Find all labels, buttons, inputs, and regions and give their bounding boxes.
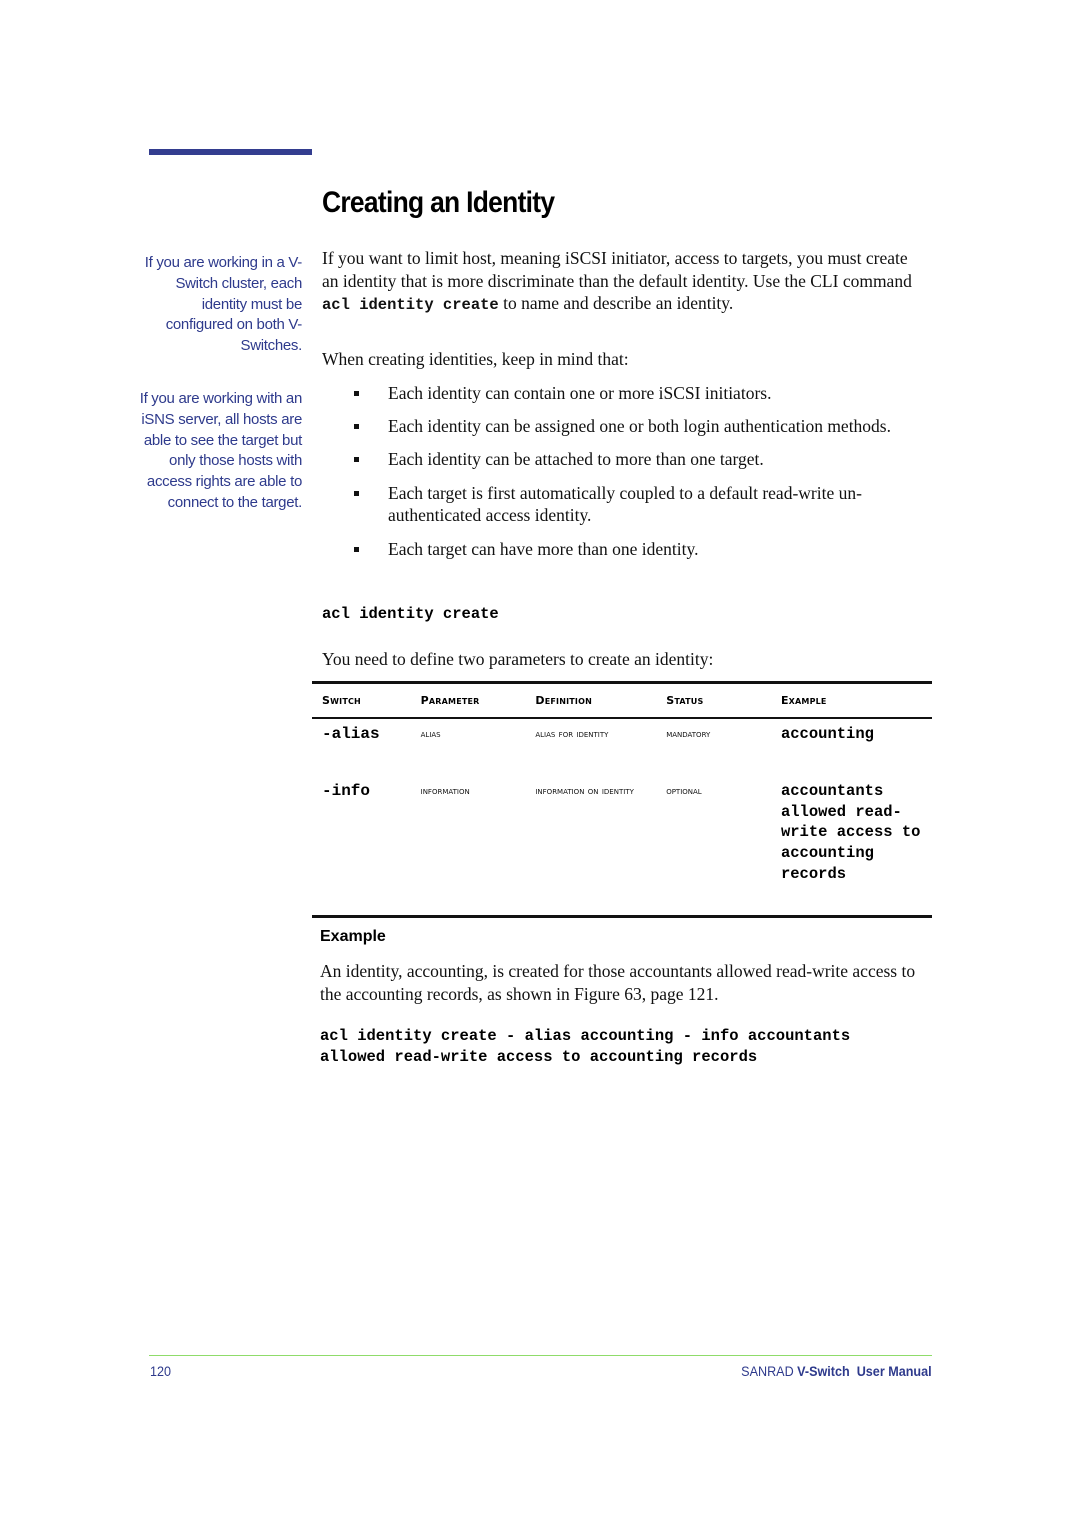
bullet-square-icon xyxy=(354,457,359,463)
rules-list: Each identity can contain one or more iS… xyxy=(322,382,912,571)
keep-in-mind-text: When creating identities, keep in mind t… xyxy=(322,349,629,369)
table-header-row: Switch Parameter Definition Status Examp… xyxy=(312,682,932,718)
manual-name: User Manual xyxy=(850,1363,932,1379)
params-intro-text: You need to define two parameters to cre… xyxy=(322,649,714,669)
cell-parameter: Alias xyxy=(420,728,441,740)
cell-switch: -info xyxy=(322,782,371,800)
cell-example: accountants allowed read-write access to… xyxy=(780,782,921,883)
cell-status: Mandatory xyxy=(666,728,711,740)
intro-text-after: to name and describe an identity. xyxy=(498,293,734,314)
list-item: Each target can have more than one ident… xyxy=(322,538,912,561)
list-item: Each identity can contain one or more iS… xyxy=(322,382,912,405)
intro-command: acl identity create xyxy=(322,296,499,315)
table-row: -info Information Information on Identit… xyxy=(312,776,932,917)
column-header-definition: Definition xyxy=(535,694,592,707)
example-command: acl identity create - alias accounting -… xyxy=(320,1027,860,1066)
cell-parameter: Information xyxy=(420,785,470,797)
manual-brand: SANRAD xyxy=(741,1363,798,1379)
column-header-example: Example xyxy=(780,694,827,707)
example-heading: Example xyxy=(320,928,386,945)
column-header-status: Status xyxy=(666,694,704,707)
manual-product: V-Switch xyxy=(797,1363,851,1379)
column-header-switch: Switch xyxy=(322,694,361,707)
bullet-square-icon xyxy=(354,424,359,430)
parameters-table: Switch Parameter Definition Status Examp… xyxy=(312,681,932,918)
footer-rule xyxy=(149,1355,932,1356)
bullet-square-icon xyxy=(354,490,359,496)
example-description: An identity, accounting, is created for … xyxy=(320,961,916,1004)
sidebar-note-cluster: If you are working in a V-Switch cluster… xyxy=(144,254,303,355)
sidebar-note-isns: If you are working with an iSNS server, … xyxy=(139,390,303,511)
manual-title: SANRAD V-Switch User Manual xyxy=(742,1363,932,1379)
list-item-text: Each target can have more than one ident… xyxy=(388,538,699,559)
cell-example: accounting xyxy=(780,725,874,743)
list-item-text: Each identity can be attached to more th… xyxy=(388,449,764,470)
bullet-square-icon xyxy=(354,546,359,552)
list-item-text: Each identity can be assigned one or bot… xyxy=(388,416,891,437)
bullet-square-icon xyxy=(354,391,359,396)
table-row: -alias Alias Alias for Identity Mandator… xyxy=(312,718,932,776)
page-title: Creating an Identity xyxy=(322,186,555,219)
command-heading: acl identity create xyxy=(322,605,499,623)
cell-switch: -alias xyxy=(322,725,380,743)
list-item-text: Each target is first automatically coupl… xyxy=(388,482,862,526)
cell-status: Optional xyxy=(666,785,702,797)
intro-paragraph: If you want to limit host, meaning iSCSI… xyxy=(322,247,922,317)
page-number: 120 xyxy=(150,1363,172,1379)
list-item: Each target is first automatically coupl… xyxy=(322,482,912,527)
cell-definition: Alias for Identity xyxy=(535,728,609,740)
list-item: Each identity can be attached to more th… xyxy=(322,448,912,471)
list-item-text: Each identity can contain one or more iS… xyxy=(388,383,772,403)
list-item: Each identity can be assigned one or bot… xyxy=(322,415,912,438)
intro-text-before: If you want to limit host, meaning iSCSI… xyxy=(322,248,912,291)
header-rule xyxy=(149,149,312,155)
cell-definition: Information on Identity xyxy=(535,785,634,797)
column-header-parameter: Parameter xyxy=(420,694,480,707)
